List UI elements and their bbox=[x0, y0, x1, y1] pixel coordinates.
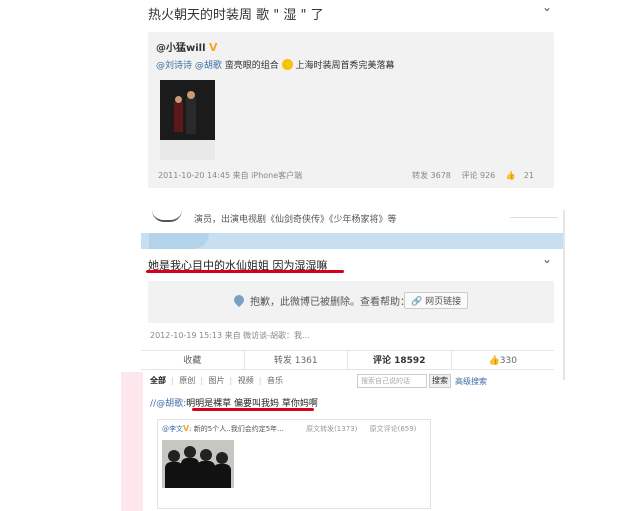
quoted-text: 新的5个人..我们会约定5年... bbox=[193, 425, 284, 433]
tab-music[interactable]: 音乐 bbox=[267, 376, 283, 385]
smile-emoji-icon bbox=[281, 59, 293, 70]
quoted-header: @李文V: 新的5个人..我们会约定5年... 原文转发(1373) 原文评论(… bbox=[162, 424, 417, 433]
group-photo[interactable] bbox=[162, 440, 234, 488]
favorite-button[interactable]: 收藏 bbox=[141, 351, 245, 369]
pink-strip bbox=[121, 372, 143, 511]
repost-text: @刘诗诗 @胡歌 蛮亮眼的组合 上海时装周首秀完美落幕 bbox=[156, 59, 395, 71]
highlight-underline bbox=[192, 408, 314, 411]
repost-time[interactable]: 2011-10-20 14:45 来自 iPhone客户端 bbox=[158, 170, 302, 181]
post2-action-bar: 收藏 转发 1361 评论 18592 👍330 bbox=[141, 350, 554, 370]
like-link[interactable]: 👍 21 bbox=[506, 171, 542, 180]
search-button[interactable]: 搜索 bbox=[429, 374, 451, 388]
quoted-author[interactable]: @李文 bbox=[162, 425, 183, 433]
post1-text: 热火朝天的时装周 歌 " 湿 " 了 bbox=[148, 8, 324, 23]
right-divider bbox=[563, 210, 565, 380]
tab-videos[interactable]: 视频 bbox=[238, 376, 254, 385]
comment-filter-tabs: 全部 | 原创 | 图片 | 视频 | 音乐 bbox=[150, 376, 283, 385]
post2-time[interactable]: 2012-10-19 15:13 来自 微访谈-胡歌：我... bbox=[150, 330, 310, 341]
like-button[interactable]: 👍330 bbox=[452, 351, 555, 369]
deleted-notice: 抱歉，此微博已被删除。查看帮助： bbox=[250, 297, 410, 308]
profile-underline bbox=[510, 210, 558, 218]
comment-author[interactable]: //@胡歌: bbox=[150, 399, 186, 409]
chevron-down-icon[interactable]: ⌄ bbox=[542, 0, 552, 14]
profile-intro: 演员，出演电视剧《仙剑奇侠传》《少年杨家将》等 bbox=[194, 215, 397, 225]
comment-button[interactable]: 评论 18592 bbox=[348, 351, 452, 369]
forward-link[interactable]: 转发 3678 bbox=[412, 171, 451, 180]
runway-photo[interactable] bbox=[160, 80, 215, 160]
repost-actions: 转发 3678 评论 926 👍 21 bbox=[412, 170, 550, 181]
chevron-down-icon[interactable]: ⌄ bbox=[542, 252, 552, 266]
thumb-up-icon: 👍 bbox=[505, 171, 516, 180]
mention-link[interactable]: @刘诗诗 bbox=[156, 61, 192, 71]
deleted-repost-box: 抱歉，此微博已被删除。查看帮助： 🔗 网页链接 bbox=[148, 281, 554, 323]
repost-card: @小猛will V @刘诗诗 @胡歌 蛮亮眼的组合 上海时装周首秀完美落幕 20… bbox=[148, 32, 554, 188]
signature-logo bbox=[152, 208, 182, 222]
tab-all[interactable]: 全部 bbox=[150, 376, 166, 385]
help-link-button[interactable]: 🔗 网页链接 bbox=[404, 292, 469, 309]
location-pin-icon bbox=[231, 292, 247, 308]
mention-link[interactable]: @胡歌 bbox=[195, 61, 222, 71]
tab-original[interactable]: 原创 bbox=[179, 376, 195, 385]
verified-icon: V bbox=[183, 424, 190, 433]
verified-icon: V bbox=[209, 41, 218, 54]
profile-banner bbox=[141, 233, 565, 249]
forward-button[interactable]: 转发 1361 bbox=[245, 351, 348, 369]
comment-link[interactable]: 评论 926 bbox=[461, 171, 495, 180]
quoted-forward-link[interactable]: 原文转发(1373) bbox=[306, 425, 357, 433]
thumb-up-icon: 👍 bbox=[488, 356, 500, 366]
comment-search-input[interactable]: 搜索自己说的话 bbox=[357, 374, 427, 388]
quoted-repost-card: @李文V: 新的5个人..我们会约定5年... 原文转发(1373) 原文评论(… bbox=[157, 419, 431, 509]
tab-pictures[interactable]: 图片 bbox=[209, 376, 225, 385]
highlight-underline bbox=[146, 270, 344, 273]
repost-author[interactable]: @小猛will V bbox=[156, 39, 218, 54]
quoted-comment-link[interactable]: 原文评论(659) bbox=[370, 425, 417, 433]
advanced-search-link[interactable]: 高级搜索 bbox=[455, 376, 487, 387]
